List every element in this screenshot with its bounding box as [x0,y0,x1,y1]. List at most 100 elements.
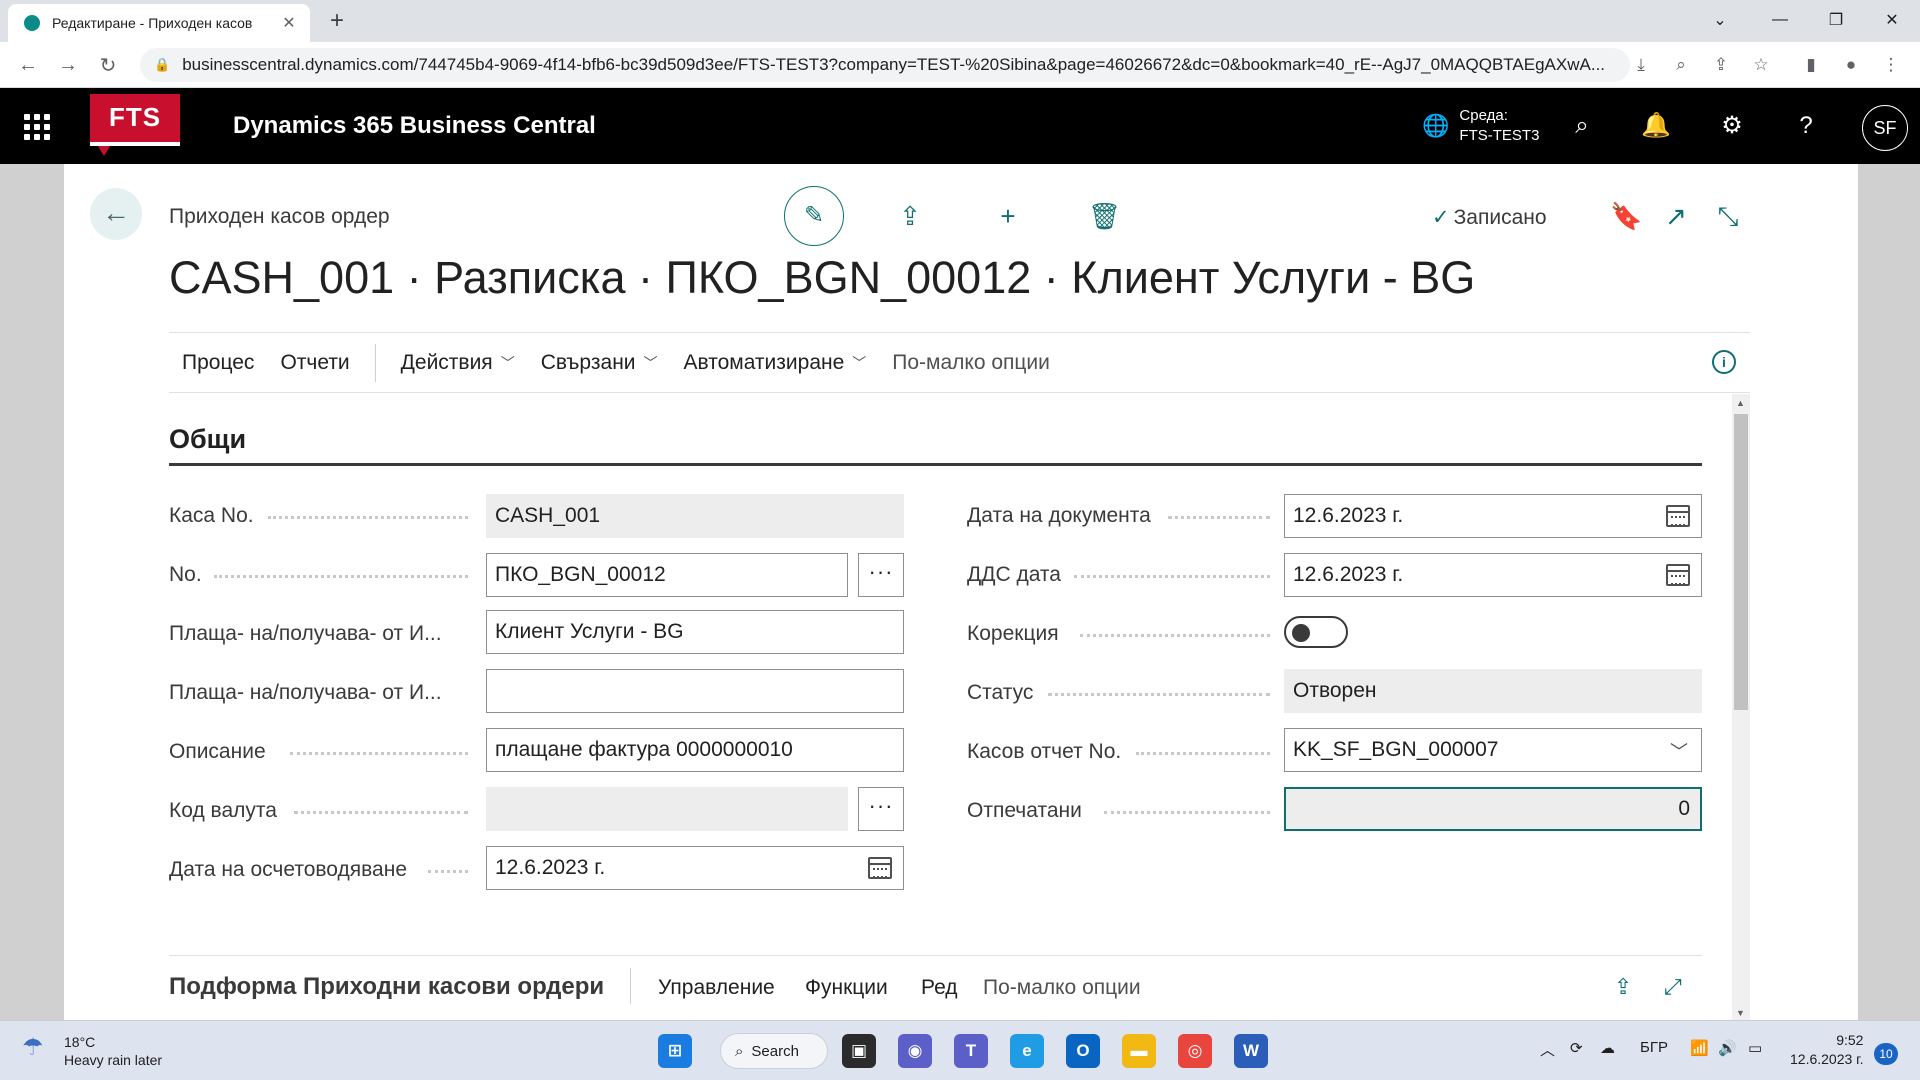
menu-process[interactable]: Процес [169,351,267,375]
notification-badge[interactable]: 10 [1874,1043,1898,1065]
delete-trash-icon[interactable]: 🗑 [1088,200,1121,232]
menu-related[interactable]: Свързани ﹀ [528,351,671,375]
reload-icon[interactable]: ↻ [94,51,122,79]
correction-toggle[interactable] [1284,616,1348,648]
forward-nav-icon[interactable]: → [54,51,82,79]
chrome-icon[interactable]: ◎ [1178,1034,1212,1068]
section-divider [169,463,1702,466]
environment-indicator[interactable]: 🌐 Среда: FTS-TEST3 [1422,106,1539,146]
calendar-icon[interactable] [868,857,892,879]
subform-expand-icon[interactable]: ⤢ [1664,974,1682,1000]
menu-reports[interactable]: Отчети [267,351,362,375]
bc-favicon-icon [24,15,40,31]
calendar-icon[interactable] [1666,505,1690,527]
field-label-cash-no: Каса No. [169,504,254,527]
document-no-lookup-button[interactable]: ··· [858,553,904,597]
restore-icon[interactable]: ❐ [1808,0,1864,40]
app-launcher-icon[interactable] [24,114,50,140]
field-label-no: No. [169,563,202,586]
description-field[interactable]: плащане фактура 0000000010 [486,728,904,772]
bookmark-icon[interactable]: 🔖 [1610,200,1642,232]
calendar-icon[interactable] [1666,564,1690,586]
open-new-window-icon[interactable]: ↗ [1660,200,1692,232]
payer-name-2-field[interactable] [486,669,904,713]
windows-start-icon[interactable]: ⊞ [658,1034,692,1068]
label-dots [1168,516,1270,519]
file-explorer-icon[interactable]: ▬ [1122,1034,1156,1068]
cash-report-no-dropdown[interactable]: KK_SF_BGN_000007 [1284,728,1702,772]
currency-lookup-button[interactable]: ··· [858,787,904,831]
subform-title[interactable]: Подформа Приходни касови ордери [169,973,604,1001]
printed-count-field[interactable]: 0 [1284,787,1702,831]
info-icon[interactable]: i [1712,350,1736,374]
subform-share-icon[interactable]: ⇪ [1614,974,1632,1000]
menu-automate[interactable]: Автоматизиране ﹀ [671,351,880,375]
document-date-field[interactable]: 12.6.2023 г. [1284,494,1702,538]
outlook-icon[interactable]: O [1066,1034,1100,1068]
wifi-icon[interactable]: 📶 [1690,1039,1709,1057]
tab-close-icon[interactable]: ✕ [280,13,298,33]
label-dots [428,870,468,873]
vertical-scrollbar[interactable]: ▲ ▼ [1732,394,1750,1020]
system-clock[interactable]: 9:52 12.6.2023 г. [1790,1031,1863,1069]
weather-widget[interactable]: ☂ 18°C Heavy rain later [22,1033,162,1069]
scroll-thumb[interactable] [1734,414,1748,710]
settings-gear-icon[interactable]: ⚙ [1716,110,1748,142]
posting-date-field[interactable]: 12.6.2023 г. [486,846,904,890]
word-icon[interactable]: W [1234,1034,1268,1068]
share-icon[interactable]: ⇪ [1710,55,1732,77]
subform-menu-manage[interactable]: Управление [658,976,775,1000]
tab-search-chevron-icon[interactable]: ⌄ [1692,0,1748,40]
chevron-down-icon[interactable]: ﹀ [1670,738,1688,764]
vat-date-field[interactable]: 12.6.2023 г. [1284,553,1702,597]
tray-sync-icon[interactable]: ⟳ [1570,1039,1583,1057]
browser-menu-icon[interactable]: ⋮ [1880,55,1902,77]
menu-actions[interactable]: Действия ﹀ [388,351,528,375]
side-panel-icon[interactable]: ▮ [1800,55,1822,77]
document-no-field[interactable]: ПКО_BGN_00012 [486,553,848,597]
section-title-general[interactable]: Общи [169,424,246,455]
tab-title: Редактиране - Приходен касов [52,15,253,31]
bookmark-star-icon[interactable]: ☆ [1750,55,1772,77]
address-bar[interactable]: 🔒 businesscentral.dynamics.com/744745b4-… [140,48,1630,82]
page-title: CASH_001 · Разписка · ПКО_BGN_00012 · Кл… [169,252,1476,303]
edge-icon[interactable]: e [1010,1034,1044,1068]
new-record-plus-icon[interactable]: + [992,200,1024,232]
volume-icon[interactable]: 🔊 [1718,1039,1737,1057]
taskbar-search[interactable]: ⌕ Search [720,1033,828,1069]
subform-menu-line[interactable]: Ред [921,976,958,1000]
minimize-icon[interactable]: — [1752,0,1808,40]
payer-name-field[interactable]: Клиент Услуги - BG [486,610,904,654]
share-page-icon[interactable]: ⇪ [894,200,926,232]
new-tab-button[interactable]: + [322,8,352,36]
chat-icon[interactable]: ◉ [898,1034,932,1068]
saved-status-label: Записано [1453,206,1547,229]
zoom-icon[interactable]: ⌕ [1670,55,1692,77]
tray-overflow-icon[interactable]: ︿ [1540,1039,1555,1060]
install-app-icon[interactable]: ⤓ [1630,55,1652,77]
task-view-icon[interactable]: ▣ [842,1034,876,1068]
onedrive-icon[interactable]: ☁ [1600,1039,1615,1057]
edit-pencil-icon[interactable]: ✎ [784,186,844,246]
search-icon[interactable]: ⌕ [1566,110,1598,142]
currency-code-field [486,787,848,831]
back-arrow-icon[interactable]: ← [90,188,142,240]
browser-tab[interactable]: Редактиране - Приходен касов ✕ [8,4,310,42]
profile-icon[interactable]: ● [1840,55,1862,77]
scroll-up-icon[interactable]: ▲ [1736,398,1745,408]
app-title[interactable]: Dynamics 365 Business Central [233,112,596,140]
scroll-down-icon[interactable]: ▼ [1736,1008,1745,1018]
menu-fewer-options[interactable]: По-малко опции [879,351,1063,375]
collapse-icon[interactable]: ⤡ [1712,200,1744,232]
label-dots [294,811,468,814]
subform-menu-fewer-options[interactable]: По-малко опции [983,976,1141,1000]
language-indicator[interactable]: БГР [1640,1039,1668,1056]
notifications-bell-icon[interactable]: 🔔 [1640,110,1672,142]
subform-menu-functions[interactable]: Функции [805,976,888,1000]
close-window-icon[interactable]: ✕ [1864,0,1920,40]
back-nav-icon[interactable]: ← [14,51,42,79]
user-avatar[interactable]: SF [1862,105,1908,151]
battery-icon[interactable]: ▭ [1748,1039,1762,1057]
help-icon[interactable]: ? [1790,110,1822,142]
teams-icon[interactable]: T [954,1034,988,1068]
